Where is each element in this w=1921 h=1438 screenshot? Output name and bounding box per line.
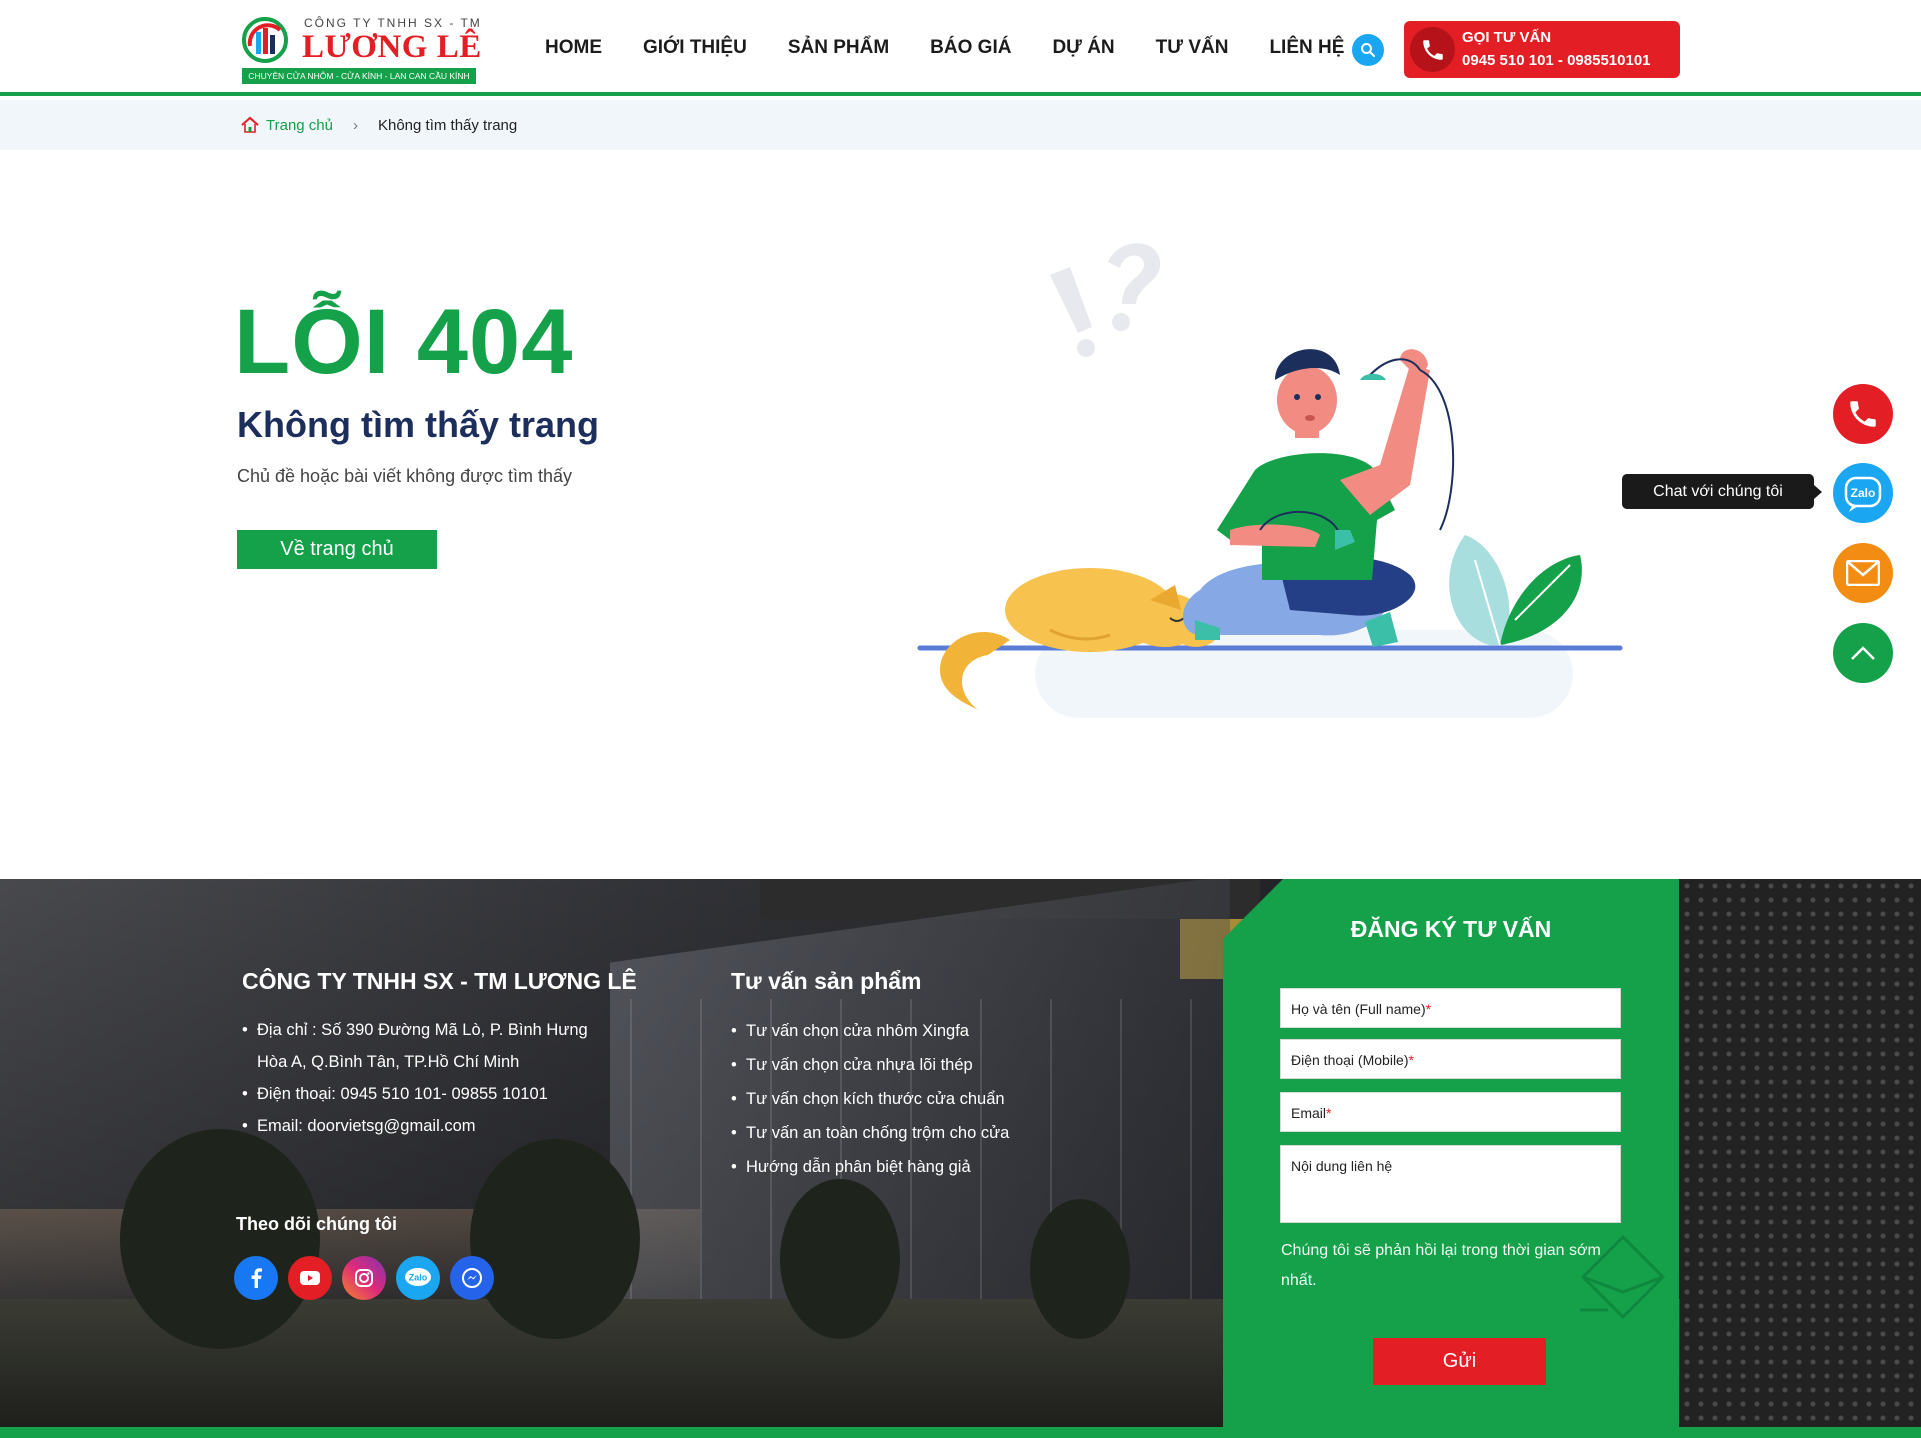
footer-phone: Điện thoại: 0945 510 101- 09855 10101 — [242, 1082, 588, 1114]
footer-consult-link[interactable]: Tư vấn chọn cửa nhôm Xingfa — [731, 1019, 1009, 1053]
nav-products[interactable]: SẢN PHẨM — [788, 37, 889, 59]
phone-placeholder: Điện thoại (Mobile) — [1291, 1052, 1409, 1068]
site-header: CÔNG TY TNHH SX - TM LƯƠNG LÊ CHUYÊN CỬA… — [0, 0, 1921, 96]
home-icon — [241, 116, 259, 133]
footer-bg-perforated — [1680, 879, 1921, 1438]
chat-tooltip: Chat với chúng tôi — [1622, 474, 1822, 509]
404-illustration — [917, 243, 1623, 718]
logo-mark-icon — [242, 17, 288, 63]
breadcrumb-home-link[interactable]: Trang chủ — [266, 117, 333, 134]
zalo-label: Zalo — [1851, 486, 1876, 500]
footer-address-line1: Địa chỉ : Số 390 Đường Mã Lò, P. Bình Hư… — [242, 1018, 588, 1050]
nav-consult[interactable]: TƯ VẤN — [1156, 37, 1229, 59]
full-name-field[interactable]: Họ và tên (Full name)* — [1280, 988, 1621, 1028]
footer-company-info: Địa chỉ : Số 390 Đường Mã Lò, P. Bình Hư… — [242, 1018, 588, 1146]
follow-us-title: Theo dõi chúng tôi — [236, 1214, 397, 1234]
footer-bg-tree — [120, 1129, 320, 1349]
consult-form-title: ĐĂNG KÝ TƯ VẤN — [1350, 916, 1552, 942]
footer-bg-tree — [470, 1139, 640, 1339]
footer-email[interactable]: Email: doorvietsg@gmail.com — [242, 1114, 588, 1146]
logo-name: LƯƠNG LÊ — [302, 29, 482, 65]
footer-consult-list: Tư vấn chọn cửa nhôm Xingfa Tư vấn chọn … — [731, 1019, 1009, 1189]
breadcrumb: Trang chủ › Không tìm thấy trang — [0, 100, 1921, 150]
breadcrumb-current: Không tìm thấy trang — [377, 116, 518, 134]
footer-bg-tree — [1030, 1199, 1130, 1339]
back-home-button[interactable]: Về trang chủ — [237, 530, 437, 569]
phone-icon — [1850, 401, 1876, 427]
footer-address-line2: Hòa A, Q.Bình Tân, TP.Hồ Chí Minh — [257, 1053, 520, 1071]
error-subtitle: Không tìm thấy trang — [237, 404, 599, 445]
form-note: Chúng tôi sẽ phản hồi lại trong thời gia… — [1281, 1242, 1601, 1289]
question-marks-icon — [1050, 243, 1161, 357]
plant-illustration — [1449, 535, 1582, 646]
email-placeholder: Email — [1291, 1105, 1327, 1121]
mail-icon — [1846, 560, 1880, 586]
float-email-button[interactable] — [1833, 543, 1893, 603]
call-phones: 0945 510 101 - 0985510101 — [1462, 52, 1651, 69]
main-nav: HOME GIỚI THIỆU SẢN PHẨM BÁO GIÁ DỰ ÁN T… — [545, 0, 1385, 96]
nav-projects[interactable]: DỰ ÁN — [1052, 37, 1114, 59]
instagram-icon — [355, 1269, 373, 1287]
youtube-icon — [300, 1271, 320, 1285]
nav-quote[interactable]: BÁO GIÁ — [930, 37, 1011, 59]
youtube-button[interactable] — [288, 1256, 332, 1300]
required-mark: * — [1408, 1052, 1414, 1068]
instagram-button[interactable] — [342, 1256, 386, 1300]
footer-consult-link[interactable]: Tư vấn an toàn chống trộm cho cửa — [731, 1121, 1009, 1155]
full-name-placeholder: Họ và tên (Full name) — [1291, 1001, 1426, 1017]
social-links: Zalo — [234, 1256, 504, 1300]
nav-contact[interactable]: LIÊN HỆ — [1269, 37, 1344, 59]
call-title: GỌI TƯ VẤN — [1462, 29, 1552, 46]
search-icon — [1361, 43, 1375, 57]
footer-bg-tree — [780, 1179, 900, 1339]
back-to-top-button[interactable] — [1833, 623, 1893, 683]
required-mark: * — [1326, 1105, 1332, 1121]
footer-consult-link[interactable]: Tư vấn chọn cửa nhựa lõi thép — [731, 1053, 1009, 1087]
footer-consult-link[interactable]: Tư vấn chọn kích thước cửa chuẩn — [731, 1087, 1009, 1121]
call-consult-button[interactable]: GỌI TƯ VẤN 0945 510 101 - 0985510101 — [1404, 21, 1680, 78]
footer-company-title: CÔNG TY TNHH SX - TM LƯƠNG LÊ — [242, 968, 637, 994]
zalo-icon: Zalo — [1844, 476, 1882, 512]
footer-consult-link[interactable]: Hướng dẫn phân biệt hàng giả — [731, 1155, 1009, 1189]
error-title: LỖI 404 — [234, 291, 574, 393]
footer-consult-title: Tư vấn sản phẩm — [731, 968, 922, 994]
chevron-right-icon: › — [352, 116, 358, 134]
required-mark: * — [1425, 1001, 1432, 1017]
phone-field[interactable]: Điện thoại (Mobile)* — [1280, 1039, 1621, 1079]
zalo-social-button[interactable]: Zalo — [396, 1256, 440, 1300]
person-illustration — [1183, 349, 1455, 647]
facebook-icon — [251, 1268, 262, 1288]
envelope-icon — [1580, 1234, 1666, 1320]
zalo-social-label: Zalo — [409, 1273, 428, 1283]
chevron-up-icon — [1851, 646, 1875, 660]
nav-home[interactable]: HOME — [545, 37, 602, 59]
phone-icon — [1410, 27, 1455, 72]
logo-top-text: CÔNG TY TNHH SX - TM — [304, 16, 482, 30]
float-zalo-button[interactable]: Zalo — [1833, 463, 1893, 523]
zalo-icon: Zalo — [405, 1268, 431, 1286]
facebook-button[interactable] — [234, 1256, 278, 1300]
message-placeholder: Nội dung liên hệ — [1291, 1158, 1393, 1174]
messenger-button[interactable] — [450, 1256, 494, 1300]
messenger-icon — [462, 1268, 482, 1288]
nav-about[interactable]: GIỚI THIỆU — [643, 37, 747, 59]
footer-bottom-bar — [0, 1427, 1921, 1438]
submit-button[interactable]: Gửi — [1373, 1338, 1546, 1385]
error-description: Chủ đề hoặc bài viết không được tìm thấy — [237, 466, 573, 486]
message-field[interactable]: Nội dung liên hệ — [1280, 1145, 1621, 1223]
logo-tagline: CHUYÊN CỬA NHÔM - CỬA KÍNH - LAN CAN CẦU… — [242, 68, 476, 84]
float-call-button[interactable] — [1833, 384, 1893, 444]
email-field[interactable]: Email* — [1280, 1092, 1621, 1132]
search-button[interactable] — [1352, 34, 1384, 66]
site-logo[interactable]: CÔNG TY TNHH SX - TM LƯƠNG LÊ CHUYÊN CỬA… — [240, 12, 482, 86]
